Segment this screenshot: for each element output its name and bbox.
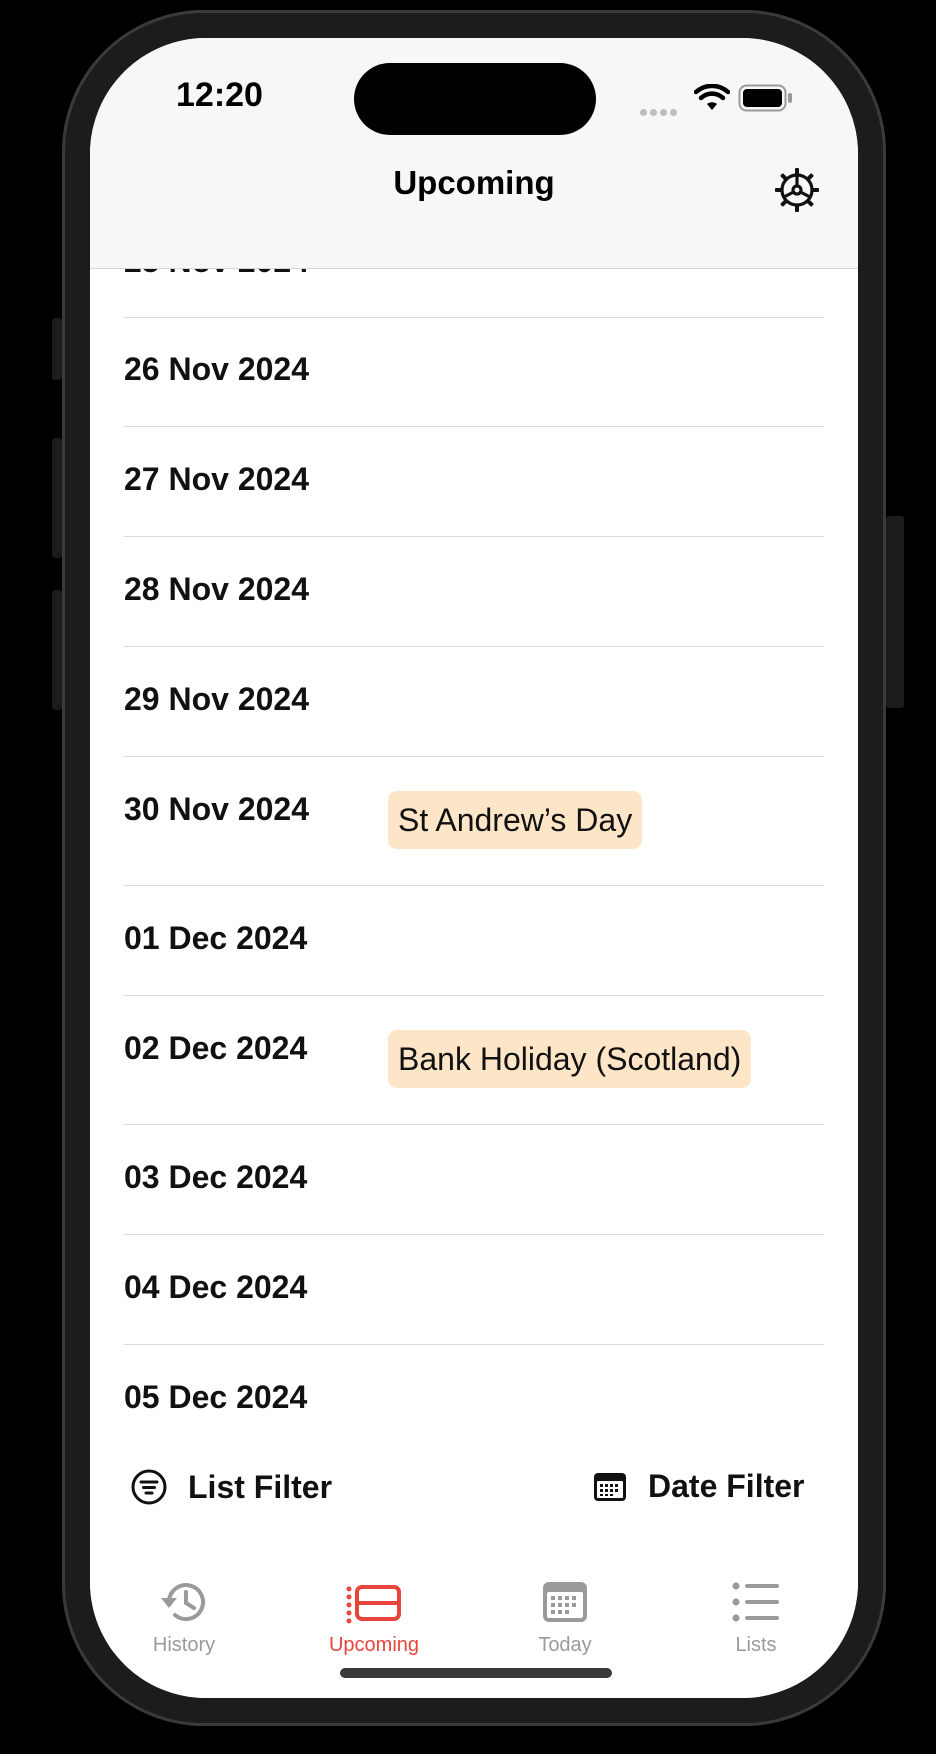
list-row[interactable]: 25 Nov 2024 [124, 269, 824, 318]
phone-action-button [52, 318, 62, 380]
list-row[interactable]: 04 Dec 2024 [124, 1235, 824, 1345]
phone-power-button [886, 516, 904, 708]
dynamic-island [354, 63, 596, 135]
tab-history[interactable]: History [104, 1578, 264, 1657]
list-row[interactable]: 03 Dec 2024 [124, 1125, 824, 1235]
battery-icon [738, 84, 792, 112]
tab-lists[interactable]: Lists [676, 1578, 836, 1657]
list-row[interactable]: 02 Dec 2024 Bank Holiday (Scotland) [124, 996, 824, 1125]
tab-today-label: Today [538, 1634, 592, 1656]
row-date: 02 Dec 2024 [124, 1030, 308, 1066]
row-date: 01 Dec 2024 [124, 920, 308, 956]
list-filter-label: List Filter [188, 1468, 333, 1505]
page-title: Upcoming [393, 164, 555, 201]
calendar-icon [543, 1582, 587, 1622]
history-icon [161, 1583, 205, 1621]
tab-history-label: History [152, 1634, 216, 1656]
list-row[interactable]: 29 Nov 2024 [124, 647, 824, 757]
status-time: 12:20 [176, 76, 263, 114]
tab-upcoming-label: Upcoming [328, 1634, 420, 1656]
screen: 12:20 Upcoming 26 Nov 2024 27 Nov 2024 2… [90, 38, 858, 1698]
gear-icon[interactable] [773, 166, 821, 214]
row-date: 27 Nov 2024 [124, 461, 310, 497]
date-filter-label: Date Filter [648, 1468, 805, 1504]
list-row[interactable]: 26 Nov 2024 [124, 317, 824, 427]
tab-lists-label: Lists [735, 1634, 777, 1656]
filter-icon [131, 1469, 167, 1505]
row-date: 28 Nov 2024 [124, 571, 310, 607]
date-filter-button[interactable]: Date Filter [592, 1468, 804, 1505]
cellular-signal-icon [640, 103, 680, 121]
phone-volume-up-button [52, 438, 62, 558]
row-date: 04 Dec 2024 [124, 1269, 308, 1305]
upcoming-date-list[interactable]: 25 Nov 2024 26 Nov 2024 27 Nov 2024 28 N… [90, 269, 858, 1459]
tab-upcoming[interactable]: Upcoming [294, 1578, 454, 1657]
list-icon [732, 1582, 779, 1622]
tab-today[interactable]: Today [485, 1578, 645, 1657]
calendar-icon [594, 1472, 626, 1501]
filter-bar: List Filter Date Filter [90, 1438, 858, 1548]
row-date: 30 Nov 2024 [124, 791, 310, 827]
list-row[interactable]: 01 Dec 2024 [124, 886, 824, 996]
upcoming-icon [346, 1585, 401, 1624]
phone-volume-down-button [52, 590, 62, 710]
row-date: 03 Dec 2024 [124, 1159, 308, 1195]
row-date: 05 Dec 2024 [124, 1379, 308, 1415]
list-row[interactable]: 28 Nov 2024 [124, 537, 824, 647]
list-row[interactable]: 30 Nov 2024 St Andrew’s Day [124, 757, 824, 886]
home-indicator[interactable] [340, 1668, 612, 1678]
holiday-badge: St Andrew’s Day [388, 791, 643, 849]
list-row[interactable]: 27 Nov 2024 [124, 427, 824, 537]
wifi-icon [694, 84, 730, 110]
holiday-badge: Bank Holiday (Scotland) [388, 1030, 752, 1088]
row-date: 29 Nov 2024 [124, 681, 310, 717]
row-date: 26 Nov 2024 [124, 351, 310, 387]
list-filter-button[interactable]: List Filter [130, 1468, 332, 1506]
row-date: 25 Nov 2024 [124, 269, 309, 280]
